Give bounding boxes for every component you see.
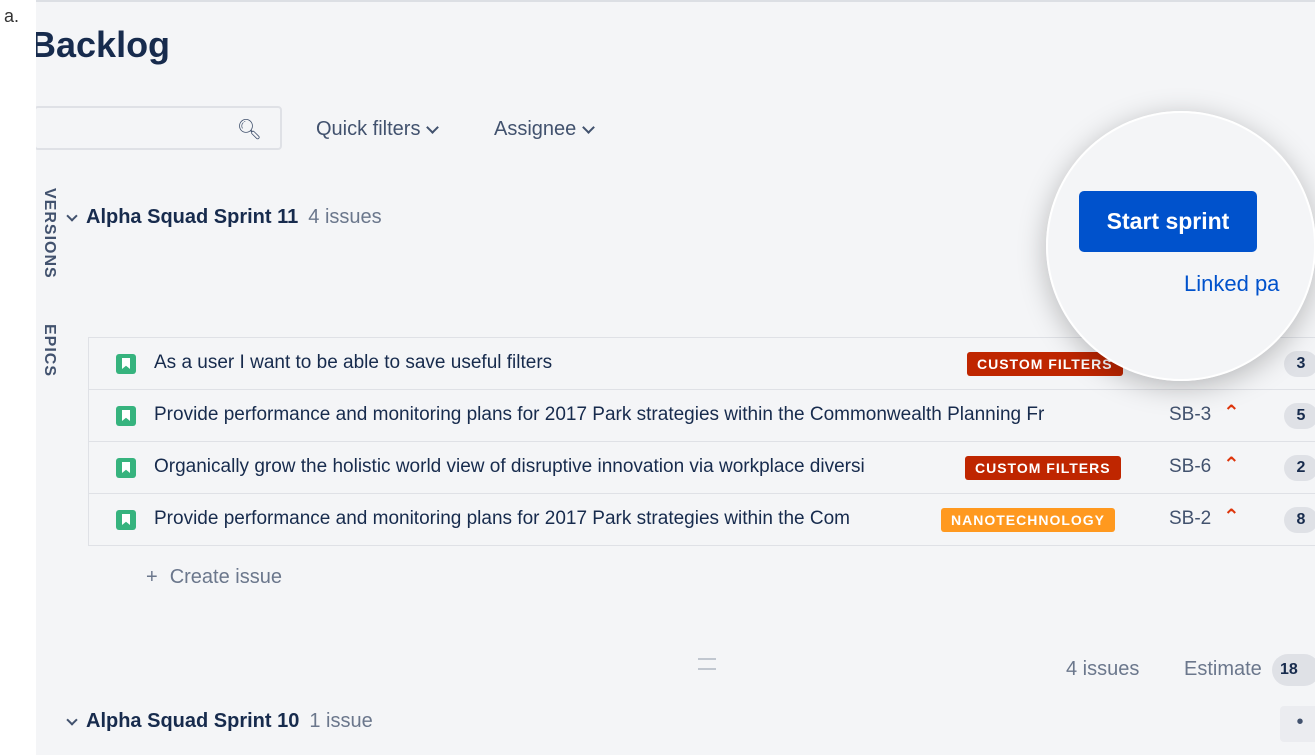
assignee-label: Assignee: [494, 118, 577, 140]
drag-handle-icon[interactable]: [698, 658, 716, 670]
story-points: 5: [1284, 403, 1315, 429]
issue-row[interactable]: Provide performance and monitoring plans…: [89, 494, 1315, 545]
epic-label: CUSTOM FILTERS: [967, 352, 1123, 376]
magnifier-callout: Start sprint Linked pa: [1046, 111, 1315, 381]
estimate-badge: 18: [1272, 654, 1315, 686]
story-icon: [116, 458, 136, 478]
epic-label: CUSTOM FILTERS: [965, 456, 1121, 480]
sprint-footer-count: 4 issues: [1066, 658, 1140, 680]
issue-summary: Provide performance and monitoring plans…: [154, 404, 1045, 425]
story-points: 3: [1284, 351, 1315, 377]
more-icon: •: [1296, 711, 1304, 733]
search-icon: 🔍︎: [236, 119, 262, 141]
chevron-down-icon: [582, 121, 596, 134]
sprint-issue-count: 4 issues: [308, 206, 382, 228]
sprint-name: Alpha Squad Sprint 10: [86, 710, 300, 732]
chevron-down-icon: [426, 121, 440, 134]
create-issue-label: Create issue: [169, 566, 282, 588]
start-sprint-button[interactable]: Start sprint: [1079, 191, 1257, 252]
issue-row[interactable]: Provide performance and monitoring plans…: [89, 390, 1315, 442]
issue-row[interactable]: Organically grow the holistic world view…: [89, 442, 1315, 494]
collapse-chevron-icon[interactable]: [66, 209, 78, 222]
double-chevron-up-icon: ⌃: [1223, 454, 1240, 476]
sprint-header-next: Alpha Squad Sprint 10 1 issue: [66, 710, 373, 733]
sprint-header: Alpha Squad Sprint 11 4 issues: [66, 206, 382, 229]
story-icon: [116, 406, 136, 426]
create-issue-button[interactable]: + Create issue: [146, 566, 282, 589]
story-icon: [116, 510, 136, 530]
issue-summary: Provide performance and monitoring plans…: [154, 508, 850, 529]
page-title: Backlog: [36, 24, 171, 65]
sprint-issue-count: 1 issue: [309, 710, 373, 732]
story-icon: [116, 354, 136, 374]
double-chevron-up-icon: ⌃: [1223, 506, 1240, 528]
issue-key[interactable]: SB-2: [1169, 508, 1211, 530]
backlog-panel: Backlog 🔍︎ Quick filters Assignee VERSIO…: [36, 0, 1315, 755]
assignee-dropdown[interactable]: Assignee: [494, 118, 596, 141]
tab-versions[interactable]: VERSIONS: [40, 188, 58, 279]
quick-filters-dropdown[interactable]: Quick filters: [316, 118, 440, 141]
sprint-name: Alpha Squad Sprint 11: [86, 206, 299, 228]
issue-key[interactable]: SB-3: [1169, 404, 1211, 426]
story-points: 8: [1284, 507, 1315, 533]
collapse-chevron-icon[interactable]: [66, 713, 78, 726]
estimate-label: Estimate: [1184, 658, 1262, 680]
tab-epics[interactable]: EPICS: [40, 324, 58, 377]
quick-filters-label: Quick filters: [316, 118, 421, 140]
issue-summary: Organically grow the holistic world view…: [154, 456, 865, 477]
figure-label: a.: [4, 6, 20, 26]
more-options-button[interactable]: •: [1280, 706, 1315, 742]
double-chevron-up-icon: ⌃: [1223, 402, 1240, 424]
search-input[interactable]: 🔍︎: [36, 106, 282, 150]
linked-pages-link[interactable]: Linked pa: [1184, 271, 1279, 297]
story-points: 2: [1284, 455, 1315, 481]
plus-icon: +: [146, 566, 158, 588]
epic-label: NANOTECHNOLOGY: [941, 508, 1115, 532]
issue-key[interactable]: SB-6: [1169, 456, 1211, 478]
issue-summary: As a user I want to be able to save usef…: [154, 352, 553, 373]
